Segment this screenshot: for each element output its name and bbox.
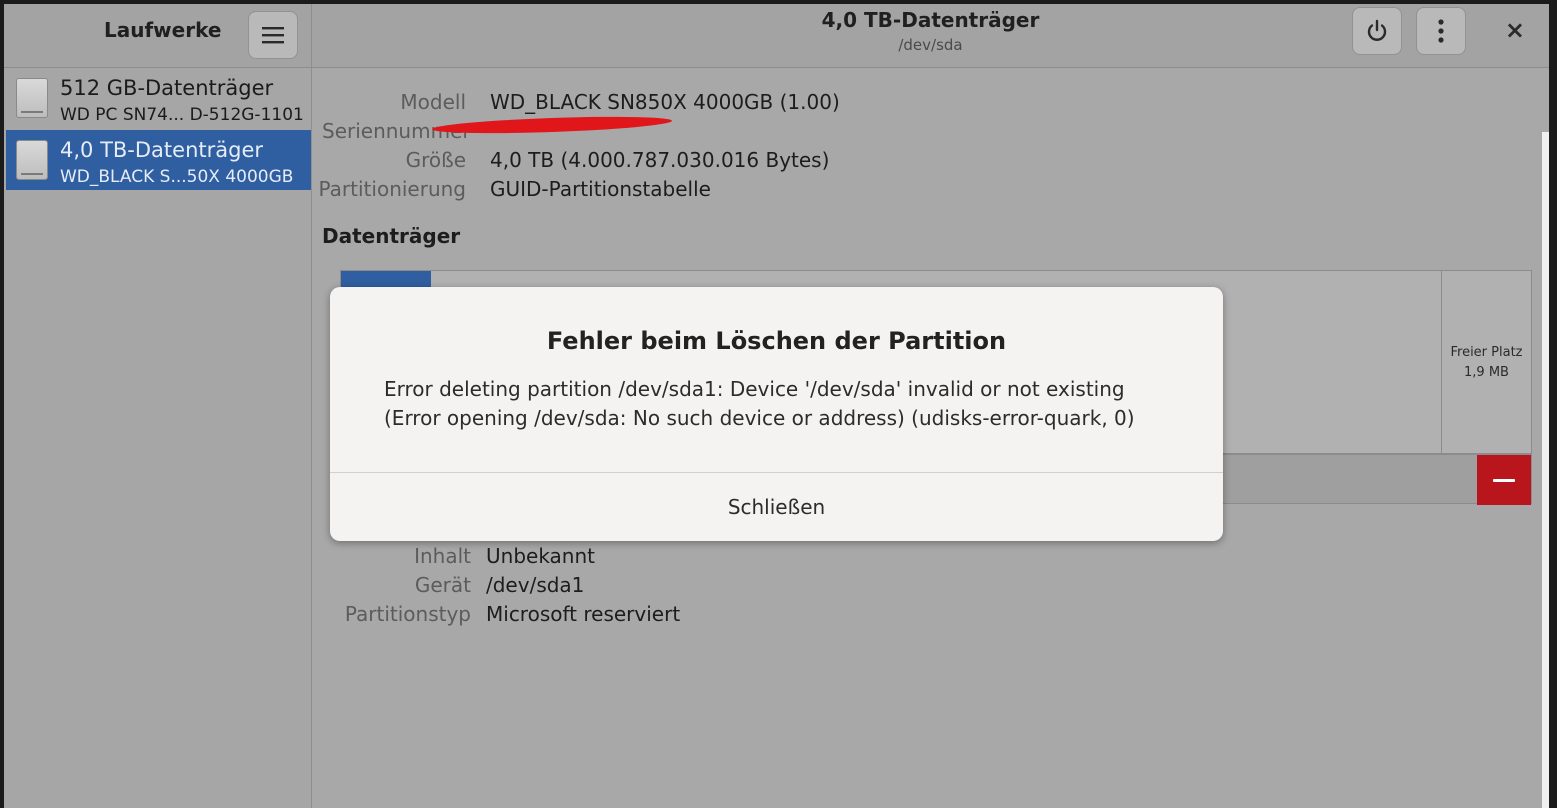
- dialog-message: Error deleting partition /dev/sda1: Devi…: [384, 377, 1135, 430]
- dialog-title: Fehler beim Löschen der Partition: [546, 327, 1007, 355]
- partition-type-label: Partitionstyp: [344, 602, 471, 626]
- partition-type-value: Microsoft reserviert: [486, 602, 681, 626]
- vertical-dots-icon: [1438, 19, 1444, 43]
- free-space-segment[interactable]: Freier Platz 1,9 MB: [1441, 271, 1531, 453]
- drive-icon: [16, 140, 48, 180]
- drive-model: WD PC SN74... D-512G-1101: [60, 105, 304, 125]
- size-label: Größe: [405, 148, 466, 172]
- sidebar-header: Laufwerke: [4, 4, 312, 68]
- model-value: WD_BLACK SN850X 4000GB (1.00): [490, 90, 840, 114]
- device-value: /dev/sda1: [486, 573, 585, 597]
- drive-icon: [16, 78, 48, 118]
- drive-name: 4,0 TB-Datenträger: [60, 138, 264, 162]
- window-edge: [1542, 132, 1549, 808]
- free-space-size: 1,9 MB: [1464, 365, 1509, 380]
- minus-icon: [1493, 478, 1515, 482]
- content-label: Inhalt: [414, 544, 471, 568]
- partitioning-label: Partitionierung: [318, 177, 466, 201]
- drive-item-4tb[interactable]: 4,0 TB-Datenträger WD_BLACK S...50X 4000…: [6, 130, 311, 190]
- volumes-heading: Datenträger: [322, 224, 461, 248]
- power-icon: [1367, 19, 1387, 41]
- sidebar-title: Laufwerke: [104, 18, 222, 42]
- drive-menu-button[interactable]: [1416, 7, 1466, 55]
- hamburger-menu-icon: [262, 27, 284, 44]
- close-dialog-button[interactable]: Schließen: [330, 473, 1223, 541]
- free-space-label: Freier Platz: [1450, 345, 1523, 360]
- device-label: Gerät: [414, 573, 471, 597]
- delete-partition-button[interactable]: [1477, 455, 1531, 505]
- close-window-button[interactable]: ×: [1505, 16, 1525, 44]
- content-value: Unbekannt: [486, 544, 595, 568]
- drive-item-512gb[interactable]: 512 GB-Datenträger WD PC SN74... D-512G-…: [6, 68, 311, 128]
- redaction-mark: [431, 113, 673, 137]
- size-value: 4,0 TB (4.000.787.030.016 Bytes): [490, 148, 830, 172]
- drive-name: 512 GB-Datenträger: [60, 76, 274, 100]
- drive-list: 512 GB-Datenträger WD PC SN74... D-512G-…: [4, 68, 312, 808]
- drive-model: WD_BLACK S...50X 4000GB: [60, 167, 294, 187]
- error-dialog: Fehler beim Löschen der Partition Error …: [330, 287, 1223, 541]
- partitioning-value: GUID-Partitionstabelle: [490, 177, 711, 201]
- header-bar: 4,0 TB-Datenträger /dev/sda ×: [312, 4, 1549, 68]
- main-menu-button[interactable]: [248, 11, 298, 59]
- model-label: Modell: [400, 90, 466, 114]
- power-off-button[interactable]: [1352, 7, 1402, 55]
